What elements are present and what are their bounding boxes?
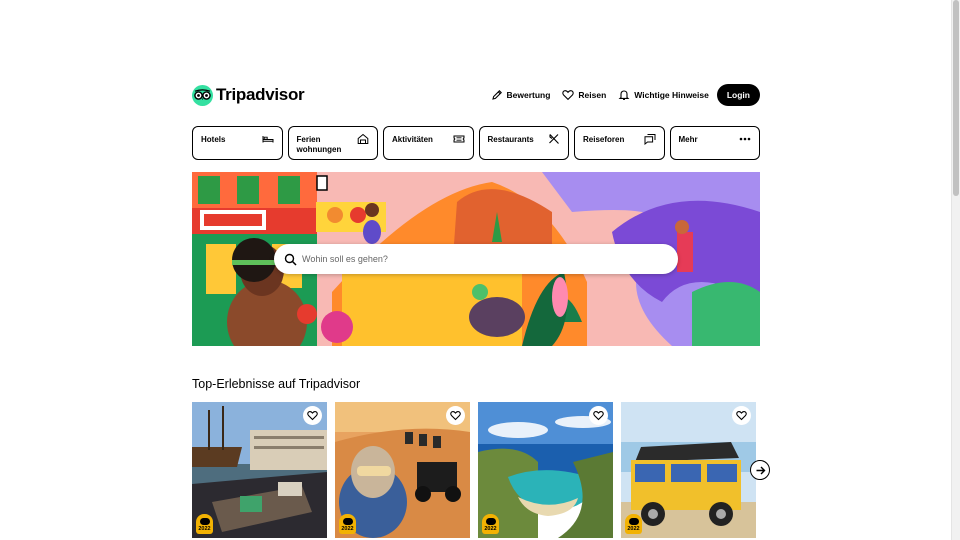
category-label: Mehr xyxy=(678,135,698,144)
house-icon xyxy=(357,133,369,144)
category-hotels[interactable]: Hotels xyxy=(192,126,283,160)
review-label: Bewertung xyxy=(506,90,551,100)
travelers-choice-badge: 2022 xyxy=(339,514,356,534)
travelers-choice-badge: 2022 xyxy=(196,514,213,534)
bell-icon xyxy=(618,90,630,100)
travelers-choice-badge: 2022 xyxy=(482,514,499,534)
category-more[interactable]: Mehr xyxy=(669,126,760,160)
category-label: Hotels xyxy=(201,135,226,144)
heart-icon xyxy=(593,410,604,421)
arrow-right-icon xyxy=(756,466,765,474)
category-activities[interactable]: Aktivitäten xyxy=(383,126,474,160)
category-forums[interactable]: Reiseforen xyxy=(574,126,665,160)
owl-logo-icon xyxy=(192,84,213,106)
heart-icon xyxy=(736,410,747,421)
alerts-link[interactable]: Wichtige Hinweise xyxy=(618,89,709,101)
category-restaurants[interactable]: Restaurants xyxy=(478,126,569,160)
brand-name: Tripadvisor xyxy=(216,85,305,104)
trips-label: Reisen xyxy=(578,90,607,100)
tripadvisor-logo[interactable]: Tripadvisor xyxy=(192,84,305,106)
login-button[interactable]: Login xyxy=(716,84,760,106)
pencil-icon xyxy=(491,90,502,100)
category-label: Restaurants xyxy=(487,135,534,144)
section-title: Top-Erlebnisse auf Tripadvisor xyxy=(192,377,361,391)
heart-icon xyxy=(307,410,318,421)
site-header: Tripadvisor Bewertung Reisen Wichtige Hi… xyxy=(192,84,760,106)
heart-icon xyxy=(450,410,461,421)
page-scrollbar[interactable] xyxy=(951,0,960,540)
category-label: Aktivitäten xyxy=(392,135,433,144)
save-button[interactable] xyxy=(732,406,751,425)
category-bar: Hotels Ferien wohnungen Aktivitäten Rest… xyxy=(192,126,760,160)
category-label: Reiseforen xyxy=(583,135,625,144)
category-vacation-rentals[interactable]: Ferien wohnungen xyxy=(287,126,378,160)
save-button[interactable] xyxy=(446,406,465,425)
search-bar[interactable] xyxy=(274,244,678,274)
save-button[interactable] xyxy=(303,406,322,425)
header-nav: Bewertung Reisen Wichtige Hinweise Login xyxy=(479,84,760,106)
more-icon xyxy=(739,137,751,141)
carousel-next-button[interactable] xyxy=(750,460,770,480)
search-icon xyxy=(284,253,297,266)
chat-icon xyxy=(644,134,655,145)
page: Tripadvisor Bewertung Reisen Wichtige Hi… xyxy=(0,0,960,540)
ticket-icon xyxy=(453,135,464,143)
category-label: Ferien wohnungen xyxy=(296,135,342,154)
experience-card[interactable]: 2022 xyxy=(621,402,756,538)
heart-icon xyxy=(562,90,575,101)
experience-card[interactable]: 2022 xyxy=(478,402,613,538)
cutlery-icon xyxy=(549,134,559,144)
experience-carousel: 2022 2022 2022 2022 xyxy=(192,402,760,538)
alerts-label: Wichtige Hinweise xyxy=(634,90,709,100)
travelers-choice-badge: 2022 xyxy=(625,514,642,534)
review-link[interactable]: Bewertung xyxy=(491,89,551,101)
trips-link[interactable]: Reisen xyxy=(562,89,606,101)
bed-icon xyxy=(262,136,273,143)
scrollbar-thumb[interactable] xyxy=(953,0,959,196)
experience-card[interactable]: 2022 xyxy=(335,402,470,538)
search-input[interactable] xyxy=(302,254,662,264)
experience-card[interactable]: 2022 xyxy=(192,402,327,538)
save-button[interactable] xyxy=(589,406,608,425)
